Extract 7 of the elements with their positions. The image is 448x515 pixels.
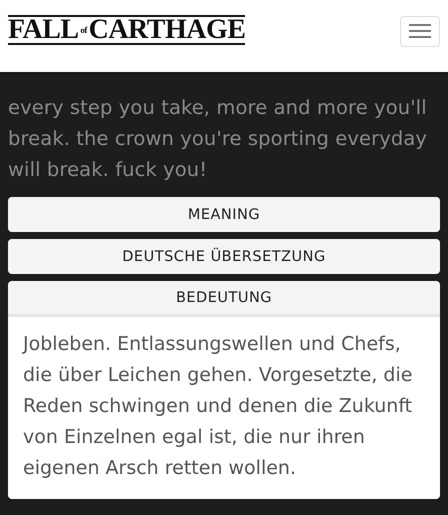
menu-icon — [409, 24, 431, 38]
accordion-header[interactable]: BEDEUTUNG — [8, 281, 440, 317]
accordion-header[interactable]: DEUTSCHE ÜBERSETZUNG — [8, 239, 440, 274]
menu-button[interactable] — [400, 16, 440, 46]
meaning-text: Jobleben. Entlassungswellen und Chefs, die über Leichen gehen. Vorgesetzte, die Reden schwingen und denen die Zukunft von Einzelnen egal ist, die nur ihren eigenen Arsch retten wollen. — [8, 317, 440, 499]
accordion-header[interactable]: MEANING — [8, 197, 440, 232]
lyrics-text: every step you take, more and more you'll break. the crown you're sporting everyday will break. fuck you! — [8, 95, 428, 183]
